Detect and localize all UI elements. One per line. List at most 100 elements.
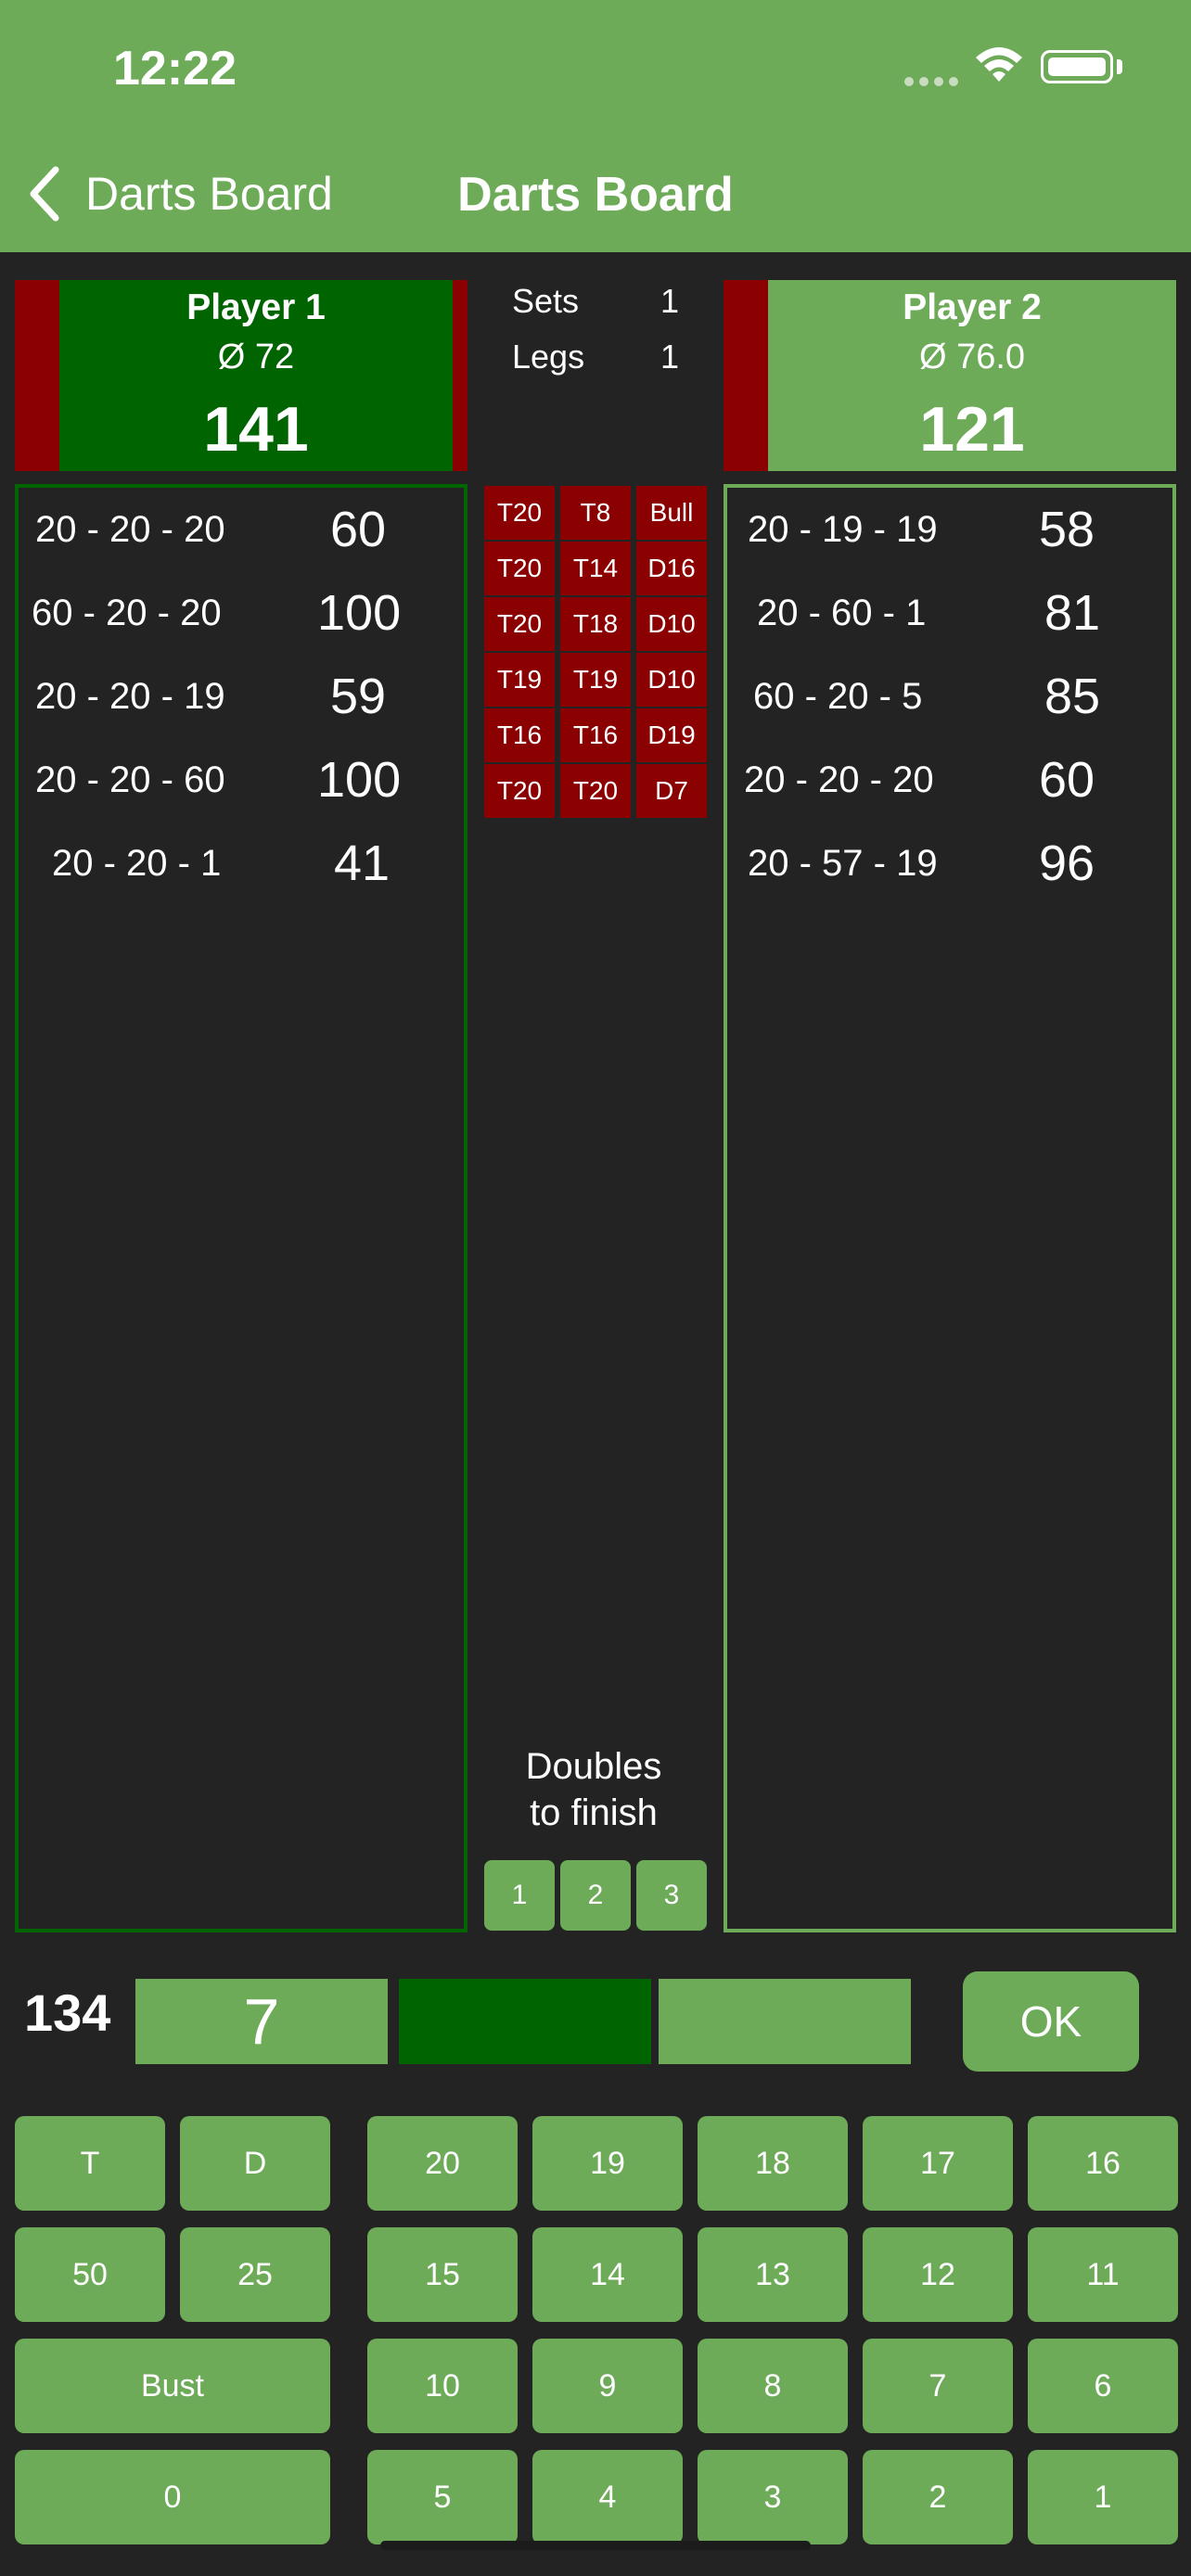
checkout-cell: T14 — [560, 542, 631, 595]
number-key[interactable]: 2 — [863, 2450, 1013, 2544]
wifi-icon — [976, 47, 1022, 82]
sets-value: 1 — [660, 282, 680, 320]
legs-value: 1 — [660, 338, 680, 376]
history-darts: 20 - 20 - 19 — [35, 675, 225, 717]
history-darts: 20 - 20 - 20 — [35, 508, 225, 550]
table-row: 20 - 57 - 19 96 — [727, 822, 1172, 905]
number-key[interactable]: 18 — [698, 2116, 848, 2211]
table-row: 20 - 60 - 1 81 — [727, 571, 1172, 655]
doubles-option-2[interactable]: 2 — [560, 1860, 631, 1931]
number-key[interactable]: 10 — [367, 2339, 518, 2433]
doubles-to-finish-label: Doubles to finish — [525, 1746, 662, 1833]
ok-button[interactable]: OK — [963, 1971, 1139, 2072]
player2-average: Ø 76.0 — [918, 338, 1026, 376]
number-key[interactable]: 7 — [863, 2339, 1013, 2433]
dart-3-slot[interactable] — [659, 1979, 911, 2064]
checkout-cell: D7 — [636, 764, 707, 818]
history-darts: 20 - 20 - 60 — [35, 759, 225, 800]
checkout-cell: T8 — [560, 486, 631, 540]
remaining-score: 134 — [24, 1983, 111, 2042]
outer-bull-25-key[interactable]: 25 — [180, 2227, 330, 2322]
table-row: 60 - 20 - 20 100 — [19, 571, 464, 655]
history-darts: 60 - 20 - 5 — [753, 675, 923, 717]
checkout-cell: T19 — [560, 653, 631, 707]
status-time: 12:22 — [113, 42, 237, 96]
battery-tip — [1117, 59, 1122, 74]
number-key[interactable]: 17 — [863, 2116, 1013, 2211]
number-key[interactable]: 11 — [1028, 2227, 1178, 2322]
table-row: 20 - 19 - 19 58 — [727, 488, 1172, 571]
checkout-cell: T20 — [484, 764, 555, 818]
doubles-option-3[interactable]: 3 — [636, 1860, 707, 1931]
number-key[interactable]: 8 — [698, 2339, 848, 2433]
player1-score: 141 — [203, 394, 309, 465]
legs-label: Legs — [512, 338, 585, 376]
checkout-cell: T19 — [484, 653, 555, 707]
checkout-cell: T20 — [484, 486, 555, 540]
table-row: 20 - 20 - 20 60 — [19, 488, 464, 571]
player1-red-bar-right — [453, 280, 467, 471]
dart-2-slot[interactable] — [399, 1979, 651, 2064]
bull-50-key[interactable]: 50 — [15, 2227, 165, 2322]
history-darts: 20 - 57 - 19 — [748, 842, 938, 884]
sets-label: Sets — [512, 282, 580, 320]
number-key[interactable]: 16 — [1028, 2116, 1178, 2211]
history-darts: 20 - 20 - 20 — [744, 759, 934, 800]
number-key[interactable]: 20 — [367, 2116, 518, 2211]
number-key[interactable]: 1 — [1028, 2450, 1178, 2544]
history-score: 96 — [1039, 835, 1095, 891]
page-title: Darts Board — [457, 168, 734, 222]
number-key[interactable]: 13 — [698, 2227, 848, 2322]
history-score: 41 — [334, 835, 391, 891]
history-score: 58 — [1039, 502, 1095, 557]
history-score: 100 — [317, 585, 402, 641]
checkout-cell: D10 — [636, 597, 707, 651]
double-key[interactable]: D — [180, 2116, 330, 2211]
number-key[interactable]: 15 — [367, 2227, 518, 2322]
history-darts: 60 - 20 - 20 — [32, 592, 222, 633]
bust-key[interactable]: Bust — [15, 2339, 330, 2433]
checkout-cell: T18 — [560, 597, 631, 651]
number-key[interactable]: 19 — [532, 2116, 683, 2211]
history-score: 100 — [317, 752, 402, 808]
battery-icon — [1041, 50, 1113, 83]
number-key[interactable]: 12 — [863, 2227, 1013, 2322]
player1-red-bar-left — [15, 280, 61, 471]
table-row: 20 - 20 - 60 100 — [19, 738, 464, 822]
history-darts: 20 - 19 - 19 — [748, 508, 938, 550]
checkout-cell: Bull — [636, 486, 707, 540]
table-row: 20 - 20 - 19 59 — [19, 655, 464, 738]
number-key[interactable]: 3 — [698, 2450, 848, 2544]
player2-score: 121 — [919, 394, 1025, 465]
history-score: 59 — [330, 669, 387, 724]
history-score: 60 — [1039, 752, 1095, 808]
checkout-cell: T16 — [484, 708, 555, 762]
player2-red-bar — [724, 280, 770, 471]
number-key[interactable]: 6 — [1028, 2339, 1178, 2433]
player1-average: Ø 72 — [217, 338, 295, 376]
checkout-cell: D10 — [636, 653, 707, 707]
table-row: 60 - 20 - 5 85 — [727, 655, 1172, 738]
number-key[interactable]: 9 — [532, 2339, 683, 2433]
dart-1-slot[interactable]: 7 — [135, 1979, 388, 2064]
player2-name: Player 2 — [903, 287, 1042, 327]
doubles-option-1[interactable]: 1 — [484, 1860, 555, 1931]
table-row: 20 - 20 - 1 41 — [19, 822, 464, 905]
player1-name: Player 1 — [186, 287, 326, 327]
player2-card[interactable]: Player 2 Ø 76.0 121 — [768, 280, 1176, 471]
number-key[interactable]: 5 — [367, 2450, 518, 2544]
player1-card[interactable]: Player 1 Ø 72 141 — [59, 280, 453, 471]
checkout-cell: T20 — [484, 542, 555, 595]
home-indicator[interactable] — [380, 2541, 811, 2550]
triple-key[interactable]: T — [15, 2116, 165, 2211]
cellular-signal-icon — [904, 74, 964, 86]
history-score: 85 — [1044, 669, 1101, 724]
checkout-cell: T20 — [560, 764, 631, 818]
history-darts: 20 - 60 - 1 — [757, 592, 927, 633]
player1-history-panel: 20 - 20 - 20 60 60 - 20 - 20 100 20 - 20… — [15, 484, 467, 1932]
number-key[interactable]: 14 — [532, 2227, 683, 2322]
number-key[interactable]: 4 — [532, 2450, 683, 2544]
history-darts: 20 - 20 - 1 — [52, 842, 222, 884]
checkout-cell: T16 — [560, 708, 631, 762]
zero-key[interactable]: 0 — [15, 2450, 330, 2544]
